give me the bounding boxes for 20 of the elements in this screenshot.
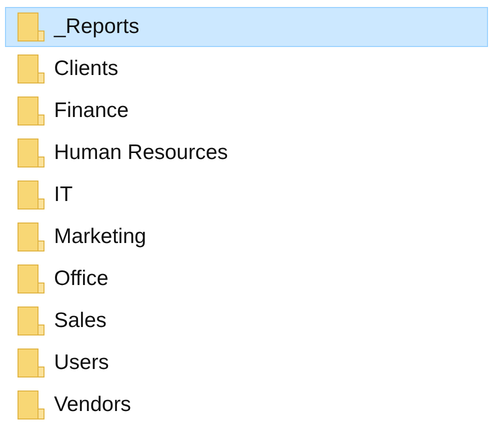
folder-icon: [17, 390, 45, 420]
folder-icon: [17, 222, 45, 252]
folder-item[interactable]: Sales: [5, 301, 488, 341]
folder-icon: [17, 138, 45, 168]
folder-item[interactable]: _Reports: [5, 7, 488, 47]
folder-icon: [17, 348, 45, 378]
folder-icon: [17, 306, 45, 336]
folder-item[interactable]: Office: [5, 259, 488, 299]
folder-item[interactable]: Vendors: [5, 385, 488, 423]
folder-icon: [17, 96, 45, 126]
folder-icon: [17, 180, 45, 210]
folder-item[interactable]: Human Resources: [5, 133, 488, 173]
folder-icon: [17, 12, 45, 42]
folder-item[interactable]: Clients: [5, 49, 488, 89]
folder-icon: [17, 264, 45, 294]
folder-item[interactable]: IT: [5, 175, 488, 215]
folder-icon: [17, 54, 45, 84]
folder-item[interactable]: Marketing: [5, 217, 488, 257]
folder-item[interactable]: Users: [5, 343, 488, 383]
folder-item[interactable]: Finance: [5, 91, 488, 131]
